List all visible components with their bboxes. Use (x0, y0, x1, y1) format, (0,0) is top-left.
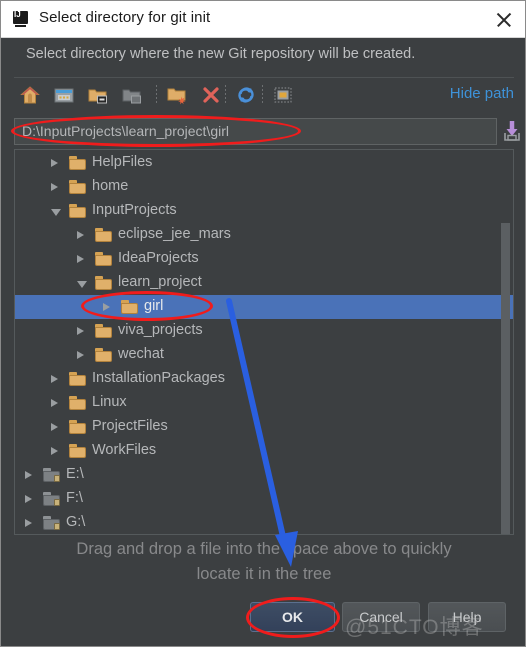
folder-icon (69, 204, 86, 218)
tree-row[interactable]: InstallationPackages (15, 367, 513, 391)
tree-row-label: girl (144, 298, 164, 314)
refresh-icon[interactable] (233, 82, 259, 108)
chevron-right-icon[interactable] (25, 519, 32, 527)
tree-row[interactable]: girl (15, 295, 513, 319)
drive-folder-icon (43, 468, 60, 482)
tree-row[interactable]: InputProjects (15, 199, 513, 223)
chevron-down-icon[interactable] (77, 281, 87, 288)
help-button[interactable]: Help (428, 602, 506, 632)
chevron-right-icon[interactable] (51, 375, 58, 383)
tree-row[interactable]: Linux (15, 391, 513, 415)
project-folder-icon[interactable] (85, 82, 111, 108)
window-title: Select directory for git init (39, 9, 211, 26)
delete-icon[interactable] (198, 82, 224, 108)
lock-icon (54, 475, 60, 482)
hint-line-2: locate it in the tree (196, 565, 332, 583)
tree-row-label: learn_project (118, 274, 202, 290)
folder-icon (69, 180, 86, 194)
tree-row-label: eclipse_jee_mars (118, 226, 231, 242)
save-to-history-icon[interactable] (502, 119, 522, 143)
tree-row[interactable]: wechat (15, 343, 513, 367)
folder-icon (121, 300, 138, 314)
folder-icon (95, 324, 112, 338)
lock-icon (54, 499, 60, 506)
hide-path-link[interactable]: Hide path (450, 85, 514, 102)
toolbar-divider-3 (262, 85, 263, 105)
folder-icon (95, 276, 112, 290)
toolbar: Hide path (14, 81, 514, 111)
folder-icon (95, 252, 112, 266)
chevron-right-icon[interactable] (51, 423, 58, 431)
lock-icon (54, 523, 60, 530)
vertical-scrollbar[interactable] (501, 150, 512, 534)
tree-row-label: InputProjects (92, 202, 177, 218)
chevron-right-icon[interactable] (77, 255, 84, 263)
toolbar-divider-1 (156, 85, 157, 105)
close-icon[interactable] (491, 7, 517, 33)
new-folder-icon[interactable] (164, 82, 190, 108)
chevron-right-icon[interactable] (103, 303, 110, 311)
tree-row[interactable]: eclipse_jee_mars (15, 223, 513, 247)
tree-row[interactable]: learn_project (15, 271, 513, 295)
tree-row-label: Linux (92, 394, 127, 410)
cancel-button[interactable]: Cancel (342, 602, 420, 632)
module-folder-icon[interactable] (119, 82, 145, 108)
drive-folder-icon (43, 516, 60, 530)
folder-icon (69, 372, 86, 386)
tree-row-label: ProjectFiles (92, 418, 168, 434)
title-bar: Select directory for git init (1, 1, 525, 38)
desktop-icon[interactable] (51, 82, 77, 108)
toolbar-divider-2 (225, 85, 226, 105)
tree-row-label: wechat (118, 346, 164, 362)
home-icon[interactable] (17, 82, 43, 108)
drag-drop-hint: Drag and drop a file into the space abov… (1, 537, 525, 587)
tree-row[interactable]: HelpFiles (15, 151, 513, 175)
chevron-right-icon[interactable] (77, 327, 84, 335)
dialog-subtitle: Select directory where the new Git repos… (26, 46, 416, 62)
ok-button[interactable]: OK (250, 602, 335, 632)
chevron-right-icon[interactable] (51, 447, 58, 455)
tree-row-label: HelpFiles (92, 154, 153, 170)
folder-icon (95, 228, 112, 242)
chevron-right-icon[interactable] (51, 159, 58, 167)
tree-row[interactable]: E:\ (15, 463, 513, 487)
path-input[interactable]: D:\InputProjects\learn_project\girl (14, 118, 497, 145)
scrollbar-thumb[interactable] (501, 223, 510, 534)
tree-row-label: home (92, 178, 129, 194)
tree-row[interactable]: F:\ (15, 487, 513, 511)
tree-row-label: E:\ (66, 466, 84, 482)
folder-icon (95, 348, 112, 362)
intellij-idea-icon (13, 10, 30, 28)
tree-row[interactable]: IdeaProjects (15, 247, 513, 271)
tree-row[interactable]: viva_projects (15, 319, 513, 343)
tree-row-label: viva_projects (118, 322, 203, 338)
folder-icon (69, 420, 86, 434)
hint-line-1: Drag and drop a file into the space abov… (76, 540, 452, 558)
show-hidden-files-icon[interactable] (270, 82, 296, 108)
chevron-right-icon[interactable] (51, 399, 58, 407)
tree-row[interactable]: home (15, 175, 513, 199)
git-init-directory-dialog: Select directory for git init Select dir… (0, 0, 526, 647)
chevron-right-icon[interactable] (51, 183, 58, 191)
folder-icon (69, 156, 86, 170)
header-divider (14, 77, 514, 78)
chevron-down-icon[interactable] (51, 209, 61, 216)
tree-row-label: IdeaProjects (118, 250, 199, 266)
tree-row-label: G:\ (66, 514, 86, 530)
drive-folder-icon (43, 492, 60, 506)
tree-row[interactable]: G:\ (15, 511, 513, 534)
chevron-right-icon[interactable] (25, 495, 32, 503)
chevron-right-icon[interactable] (77, 351, 84, 359)
folder-icon (69, 444, 86, 458)
folder-icon (69, 396, 86, 410)
tree-row[interactable]: WorkFiles (15, 439, 513, 463)
tree-row[interactable]: ProjectFiles (15, 415, 513, 439)
path-input-value: D:\InputProjects\learn_project\girl (22, 123, 229, 139)
tree-row-label: InstallationPackages (92, 370, 225, 386)
chevron-right-icon[interactable] (77, 231, 84, 239)
directory-tree[interactable]: HelpFiles home InputProjects eclipse_jee_ma… (14, 149, 514, 535)
chevron-right-icon[interactable] (25, 471, 32, 479)
tree-row-label: WorkFiles (92, 442, 157, 458)
tree-row-label: F:\ (66, 490, 83, 506)
